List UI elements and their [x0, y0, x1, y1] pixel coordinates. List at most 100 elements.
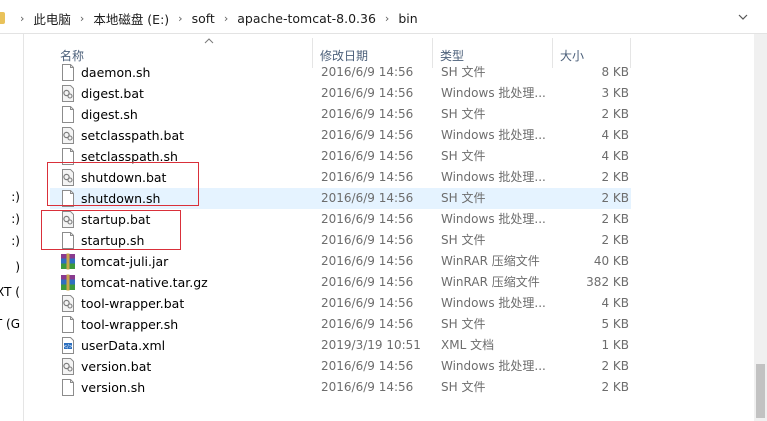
file-row[interactable]: daemon.sh 2016/6/9 14:56 SH 文件 8 KB: [50, 62, 631, 83]
file-type: SH 文件: [441, 317, 486, 331]
file-size: 2 KB: [601, 212, 629, 226]
chevron-right-icon[interactable]: ›: [80, 12, 84, 25]
file-type: WinRAR 压缩文件: [441, 254, 540, 268]
file-size: 2 KB: [601, 191, 629, 205]
file-type: Windows 批处理...: [441, 128, 546, 142]
file-type: Windows 批处理...: [441, 296, 546, 310]
file-size: 4 KB: [601, 128, 629, 142]
file-name: digest.bat: [81, 86, 144, 101]
file-modified-date: 2016/6/9 14:56: [321, 233, 414, 247]
file-name: daemon.sh: [81, 65, 151, 80]
chevron-right-icon[interactable]: ›: [178, 12, 182, 25]
address-dropdown-button[interactable]: [733, 8, 753, 26]
file-size: 40 KB: [593, 254, 629, 268]
address-bar[interactable]: › 此电脑 › 本地磁盘 (E:) › soft › apache-tomcat…: [0, 0, 767, 34]
bat-file-icon: [60, 358, 76, 375]
file-modified-date: 2016/6/9 14:56: [321, 86, 414, 100]
scrollbar-thumb[interactable]: [756, 364, 765, 418]
file-modified-date: 2016/6/9 14:56: [321, 149, 414, 163]
chevron-right-icon[interactable]: ›: [385, 12, 389, 25]
bat-file-icon: [60, 295, 76, 312]
file-name: digest.sh: [81, 107, 138, 122]
file-modified-date: 2016/6/9 14:56: [321, 296, 414, 310]
file-size: 1 KB: [601, 338, 629, 352]
sh-file-icon: [60, 64, 76, 81]
file-modified-date: 2016/6/9 14:56: [321, 275, 414, 289]
nav-item-drive[interactable]: :): [0, 212, 23, 230]
file-size: 4 KB: [601, 149, 629, 163]
breadcrumb-soft[interactable]: soft: [191, 11, 216, 26]
file-modified-date: 2016/6/9 14:56: [321, 254, 414, 268]
file-modified-date: 2016/6/9 14:56: [321, 380, 414, 394]
chevron-right-icon[interactable]: ›: [20, 12, 24, 25]
file-modified-date: 2016/6/9 14:56: [321, 107, 414, 121]
nav-item-drive[interactable]: :): [0, 190, 23, 208]
folder-icon: [0, 12, 5, 24]
chevron-down-icon: [738, 14, 748, 20]
file-type: SH 文件: [441, 65, 486, 79]
sh-file-icon: [60, 106, 76, 123]
navigation-pane[interactable]: :) :) :) ) XT ( T (G: [0, 34, 24, 421]
file-size: 2 KB: [601, 107, 629, 121]
file-size: 382 KB: [586, 275, 629, 289]
file-row[interactable]: setclasspath.bat 2016/6/9 14:56 Windows 批处…: [50, 125, 631, 146]
file-row[interactable]: digest.sh 2016/6/9 14:56 SH 文件 2 KB: [50, 104, 631, 125]
file-explorer-window: › 此电脑 › 本地磁盘 (E:) › soft › apache-tomcat…: [0, 0, 767, 421]
file-name: setclasspath.bat: [81, 128, 185, 143]
file-name: tool-wrapper.sh: [81, 317, 179, 332]
file-row[interactable]: version.sh 2016/6/9 14:56 SH 文件 2 KB: [50, 377, 631, 398]
file-modified-date: 2016/6/9 14:56: [321, 212, 414, 226]
chevron-right-icon[interactable]: ›: [224, 12, 228, 25]
winrar-archive-icon: [60, 274, 76, 291]
file-name: tomcat-juli.jar: [81, 254, 169, 269]
vertical-scrollbar[interactable]: [754, 34, 767, 421]
breadcrumb-bin[interactable]: bin: [397, 11, 418, 26]
breadcrumb-tomcat[interactable]: apache-tomcat-8.0.36: [236, 11, 377, 26]
file-modified-date: 2016/6/9 14:56: [321, 128, 414, 142]
file-size: 2 KB: [601, 359, 629, 373]
file-type: XML 文档: [441, 338, 495, 352]
file-row[interactable]: version.bat 2016/6/9 14:56 Windows 批处理... 2…: [50, 356, 631, 377]
sh-file-icon: [60, 316, 76, 333]
file-type: Windows 批处理...: [441, 212, 546, 226]
file-row[interactable]: </> userData.xml 2019/3/19 10:51 XML 文档 1 KB: [50, 335, 631, 356]
file-modified-date: 2019/3/19 10:51: [321, 338, 421, 352]
breadcrumb-this-pc[interactable]: 此电脑: [32, 9, 72, 28]
file-name: tool-wrapper.bat: [81, 296, 185, 311]
file-modified-date: 2016/6/9 14:56: [321, 170, 414, 184]
file-row[interactable]: tomcat-juli.jar 2016/6/9 14:56 WinRAR 压缩文件…: [50, 251, 631, 272]
nav-item-drive[interactable]: T (G: [0, 317, 23, 335]
file-size: 8 KB: [601, 65, 629, 79]
bat-file-icon: [60, 85, 76, 102]
breadcrumb-drive-e[interactable]: 本地磁盘 (E:): [92, 9, 170, 28]
file-size: 3 KB: [601, 86, 629, 100]
file-row[interactable]: tool-wrapper.sh 2016/6/9 14:56 SH 文件 5 KB: [50, 314, 631, 335]
breadcrumb: › 此电脑 › 本地磁盘 (E:) › soft › apache-tomcat…: [12, 9, 419, 28]
file-size: 2 KB: [601, 233, 629, 247]
file-type: SH 文件: [441, 233, 486, 247]
file-row[interactable]: tomcat-native.tar.gz 2016/6/9 14:56 WinRAR…: [50, 272, 631, 293]
file-type: SH 文件: [441, 191, 486, 205]
annotation-box-startup: [41, 210, 181, 250]
file-name: tomcat-native.tar.gz: [81, 275, 208, 290]
nav-item-drive[interactable]: XT (: [0, 285, 23, 303]
sh-file-icon: [60, 379, 76, 396]
file-type: SH 文件: [441, 380, 486, 394]
annotation-box-shutdown: [47, 162, 199, 206]
file-type: Windows 批处理...: [441, 170, 546, 184]
file-name: userData.xml: [81, 338, 166, 353]
file-row[interactable]: digest.bat 2016/6/9 14:56 Windows 批处理... 3 …: [50, 83, 631, 104]
nav-item-drive[interactable]: ): [0, 260, 23, 278]
file-row[interactable]: tool-wrapper.bat 2016/6/9 14:56 Windows 批处…: [50, 293, 631, 314]
nav-item-drive[interactable]: :): [0, 234, 23, 252]
file-size: 2 KB: [601, 380, 629, 394]
file-name: version.bat: [81, 359, 152, 374]
file-type: SH 文件: [441, 149, 486, 163]
svg-text:</>: </>: [63, 344, 73, 350]
sort-ascending-icon: [204, 38, 214, 44]
file-modified-date: 2016/6/9 14:56: [321, 65, 414, 79]
file-type: WinRAR 压缩文件: [441, 275, 540, 289]
xml-file-icon: </>: [60, 337, 76, 354]
file-type: SH 文件: [441, 107, 486, 121]
bat-file-icon: [60, 127, 76, 144]
